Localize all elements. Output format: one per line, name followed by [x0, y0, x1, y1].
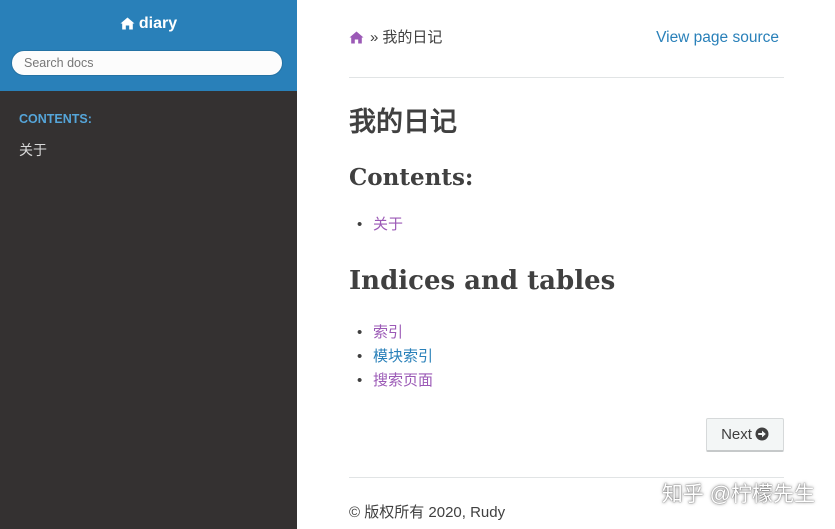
home-icon	[120, 17, 135, 30]
module-index-link[interactable]: 模块索引	[373, 348, 433, 365]
bullet: •	[357, 348, 363, 365]
indices-list: • 索引 • 模块索引 • 搜索页面	[349, 321, 433, 393]
bullet: •	[357, 324, 363, 341]
sidebar-item-about[interactable]: 关于	[19, 140, 47, 160]
breadcrumb: » 我的日记	[349, 27, 442, 49]
arrow-circle-right-icon	[755, 427, 769, 440]
footer-divider	[349, 477, 784, 478]
list-item: • 索引	[349, 321, 433, 345]
main-content: » 我的日记 View page source 我的日记 Contents: • …	[349, 0, 784, 529]
breadcrumb-home-link[interactable]	[349, 29, 364, 51]
project-home-link[interactable]: diary	[0, 14, 297, 34]
next-button-label: Next	[721, 425, 752, 443]
home-icon	[349, 31, 364, 44]
view-page-source-link[interactable]: View page source	[656, 27, 779, 49]
search-input[interactable]	[11, 50, 283, 76]
indices-heading: Indices and tables	[349, 266, 616, 296]
top-divider	[349, 77, 784, 78]
breadcrumb-current: 我的日记	[382, 29, 443, 46]
sidebar-header: diary	[0, 0, 297, 91]
next-button[interactable]: Next	[706, 418, 784, 452]
project-name: diary	[138, 15, 178, 32]
sidebar: diary CONTENTS: 关于	[0, 0, 297, 529]
bullet: •	[357, 216, 363, 233]
search-page-link[interactable]: 搜索页面	[373, 372, 433, 389]
contents-list: • 关于	[349, 213, 403, 237]
bullet: •	[357, 372, 363, 389]
toc-caption: CONTENTS:	[19, 112, 92, 126]
breadcrumb-separator: »	[370, 29, 379, 46]
page-title: 我的日记	[349, 107, 457, 138]
index-link[interactable]: 索引	[373, 324, 403, 341]
watermark: 知乎 @柠檬先生	[661, 483, 815, 506]
list-item: • 模块索引	[349, 345, 433, 369]
contents-link-about[interactable]: 关于	[373, 216, 403, 233]
list-item: • 关于	[349, 213, 403, 237]
list-item: • 搜索页面	[349, 369, 433, 393]
copyright-text: © 版权所有 2020, Rudy	[349, 504, 506, 521]
contents-heading: Contents:	[349, 164, 474, 191]
page: diary CONTENTS: 关于 »我的日记 View page sourc…	[0, 0, 835, 529]
